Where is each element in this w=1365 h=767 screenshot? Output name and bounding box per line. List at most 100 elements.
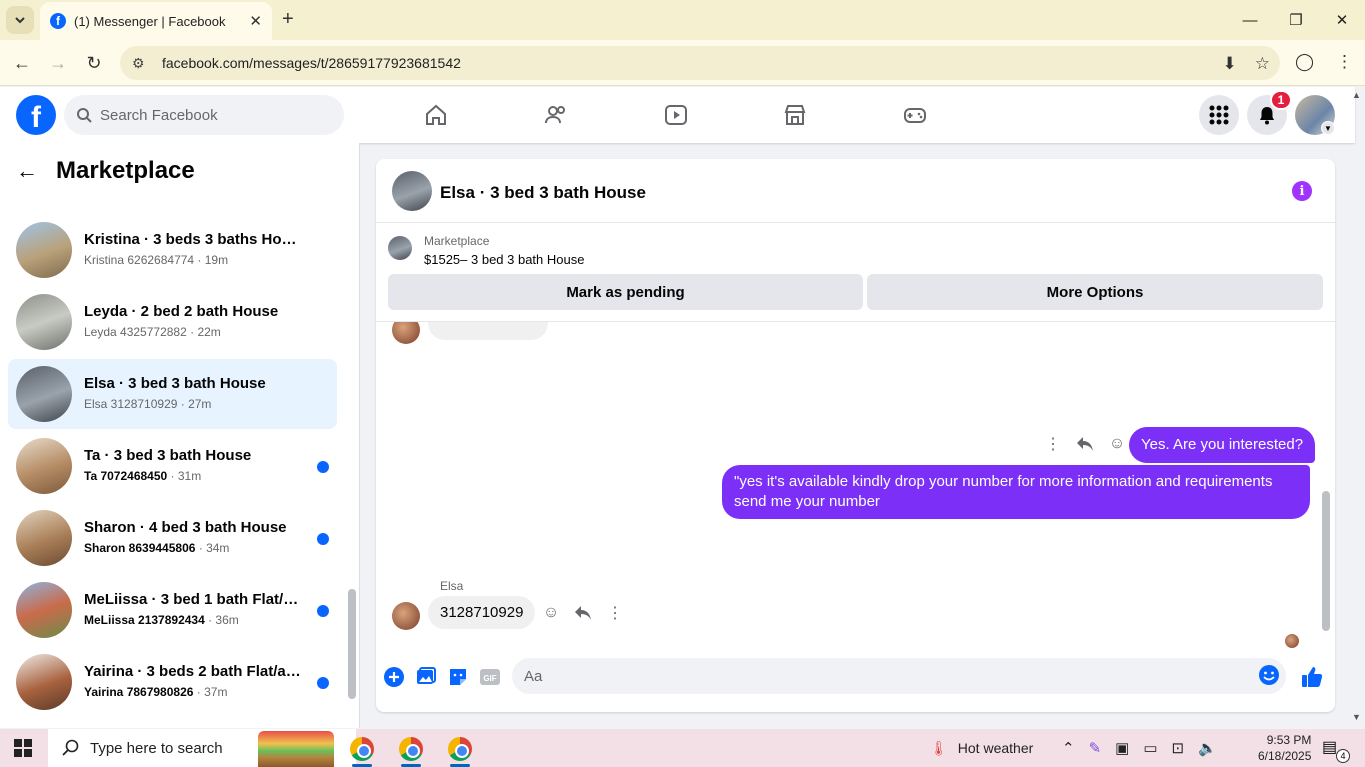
close-window-icon[interactable]: ✕ bbox=[1319, 0, 1365, 40]
reload-button[interactable]: ↻ bbox=[81, 50, 107, 76]
conversation-time: · 37m bbox=[193, 685, 228, 699]
message-actions: ⋮ ☺ bbox=[1043, 434, 1127, 454]
conversation-preview: Leyda 4325772882 · 22m bbox=[84, 325, 221, 339]
conversation-item[interactable]: MeLiissa · 3 bed 1 bath Flat/ap... MeLiis… bbox=[8, 575, 337, 645]
windows-start-button[interactable] bbox=[14, 739, 32, 762]
conversation-name: MeLiissa · 3 bed 1 bath Flat/ap... bbox=[84, 591, 304, 608]
scrollbar-thumb[interactable] bbox=[1322, 491, 1330, 631]
outgoing-message[interactable]: "yes it's available kindly drop your num… bbox=[722, 465, 1310, 519]
mark-as-pending-button[interactable]: Mark as pending bbox=[388, 274, 863, 310]
install-app-icon[interactable]: ⬇ bbox=[1223, 54, 1237, 74]
conversation-preview: Yairina 7867980826 · 37m bbox=[84, 685, 227, 699]
gif-icon[interactable]: GIF bbox=[478, 665, 502, 689]
incoming-message[interactable]: 3128710929 bbox=[428, 596, 536, 629]
site-info-icon[interactable]: ⚙ bbox=[132, 55, 150, 72]
taskbar-chrome-2[interactable] bbox=[391, 733, 431, 767]
conversation-item[interactable]: Ta · 3 bed 3 bath House Ta 7072468450 · 3… bbox=[8, 431, 337, 501]
facebook-favicon-icon: f bbox=[50, 13, 66, 29]
minimize-icon[interactable]: — bbox=[1227, 0, 1273, 40]
video-nav-icon[interactable] bbox=[660, 99, 692, 131]
conversation-sender: Leyda 4325772882 bbox=[84, 325, 187, 339]
smiley-icon[interactable]: ☺ bbox=[1107, 434, 1127, 454]
weather-widget[interactable]: 🌡 Hot weather bbox=[930, 729, 1033, 767]
listing-title[interactable]: $1525– 3 bed 3 bath House bbox=[424, 252, 584, 267]
browser-toolbar: ← → ↻ ⚙ facebook.com/messages/t/28659177… bbox=[0, 40, 1365, 86]
profile-icon[interactable]: ◯ bbox=[1295, 52, 1314, 72]
sender-avatar[interactable] bbox=[392, 602, 420, 630]
page-scroll-up-arrow[interactable]: ▲ bbox=[1352, 90, 1361, 100]
reply-icon[interactable] bbox=[573, 603, 593, 623]
menu-grid-button[interactable] bbox=[1199, 95, 1239, 135]
chat-panel: Elsa · 3 bed 3 bath House i Marketplace … bbox=[376, 159, 1335, 712]
home-nav-icon[interactable] bbox=[420, 99, 452, 131]
clock-date: 6/18/2025 bbox=[1258, 749, 1312, 763]
taskbar-clock[interactable]: 9:53 PM 6/18/2025 bbox=[1258, 732, 1311, 764]
info-icon[interactable]: i bbox=[1292, 181, 1312, 201]
message-bubble-partial bbox=[428, 322, 548, 340]
new-tab-button[interactable]: + bbox=[282, 8, 294, 31]
windows-logo-icon bbox=[14, 739, 32, 757]
weather-text: Hot weather bbox=[957, 740, 1034, 756]
facebook-logo-icon[interactable]: f bbox=[16, 95, 56, 135]
pen-icon[interactable]: ✎ bbox=[1089, 739, 1102, 757]
conversation-item[interactable]: Sharon · 4 bed 3 bath House Sharon 863944… bbox=[8, 503, 337, 573]
close-tab-icon[interactable]: ✕ bbox=[249, 12, 262, 30]
volume-icon[interactable]: 🔈 bbox=[1198, 739, 1217, 757]
message-input[interactable]: Aa bbox=[512, 658, 1286, 694]
chevron-down-icon[interactable]: ▼ bbox=[1321, 121, 1335, 135]
conversation-thumbnail bbox=[16, 438, 72, 494]
conversation-name: Ta · 3 bed 3 bath House bbox=[84, 447, 252, 464]
restore-icon[interactable]: ❐ bbox=[1273, 0, 1319, 40]
conversation-item[interactable]: Leyda · 2 bed 2 bath House Leyda 43257728… bbox=[8, 287, 337, 357]
chat-title[interactable]: Elsa · 3 bed 3 bath House bbox=[440, 183, 646, 203]
browser-tab-messenger[interactable]: f (1) Messenger | Facebook ✕ bbox=[40, 2, 272, 40]
browser-menu-icon[interactable]: ⋮ bbox=[1336, 52, 1353, 72]
emoji-icon[interactable] bbox=[1258, 664, 1280, 690]
outgoing-message[interactable]: Yes. Are you interested? bbox=[1129, 427, 1316, 463]
friends-nav-icon[interactable] bbox=[540, 99, 572, 131]
taskbar-search-placeholder: Type here to search bbox=[90, 739, 223, 757]
thumbs-up-icon[interactable] bbox=[1300, 665, 1324, 689]
chevron-up-icon[interactable]: ⌃ bbox=[1062, 739, 1075, 757]
sidebar-title: Marketplace bbox=[56, 157, 195, 184]
sticker-icon[interactable] bbox=[446, 665, 470, 689]
forward-button[interactable]: → bbox=[45, 50, 71, 76]
conversation-item[interactable]: Elsa · 3 bed 3 bath House Elsa 3128710929… bbox=[8, 359, 337, 429]
sidebar-scrollbar[interactable] bbox=[346, 193, 356, 723]
back-arrow-icon[interactable]: ← bbox=[16, 158, 38, 184]
facebook-search-input[interactable]: Search Facebook bbox=[64, 95, 344, 135]
more-options-button[interactable]: More Options bbox=[867, 274, 1323, 310]
page-scroll-down-arrow[interactable]: ▼ bbox=[1352, 712, 1361, 722]
conversation-item[interactable]: Yairina · 3 beds 2 bath Flat/ap... Yairin… bbox=[8, 647, 337, 717]
scrollbar-thumb[interactable] bbox=[348, 589, 356, 699]
search-icon bbox=[62, 739, 79, 756]
chat-header: Elsa · 3 bed 3 bath House i bbox=[376, 159, 1335, 223]
action-center-button[interactable]: ▤ 4 bbox=[1322, 737, 1350, 763]
chevron-down-icon bbox=[15, 17, 25, 24]
conversation-sender: MeLiissa 2137892434 bbox=[84, 613, 205, 627]
chat-scrollbar[interactable] bbox=[1320, 325, 1332, 647]
gaming-nav-icon[interactable] bbox=[899, 99, 931, 131]
meet-now-icon[interactable]: ▣ bbox=[1115, 739, 1129, 757]
conversation-thumbnail bbox=[16, 510, 72, 566]
tab-search-button[interactable] bbox=[6, 6, 34, 34]
photo-icon[interactable] bbox=[414, 665, 438, 689]
battery-icon[interactable]: ▭ bbox=[1143, 739, 1157, 757]
sender-name: Elsa bbox=[440, 579, 464, 593]
marketplace-nav-icon[interactable] bbox=[779, 99, 811, 131]
more-vertical-icon[interactable]: ⋮ bbox=[1043, 434, 1063, 454]
reply-icon[interactable] bbox=[1075, 434, 1095, 454]
back-button[interactable]: ← bbox=[9, 50, 35, 76]
bookmark-star-icon[interactable]: ☆ bbox=[1255, 54, 1270, 74]
listing-thumbnail[interactable] bbox=[388, 236, 412, 260]
taskbar-chrome-1[interactable] bbox=[342, 733, 382, 767]
more-vertical-icon[interactable]: ⋮ bbox=[605, 603, 625, 623]
smiley-icon[interactable]: ☺ bbox=[541, 603, 561, 623]
conversation-thumbnail bbox=[16, 366, 72, 422]
address-bar[interactable]: ⚙ facebook.com/messages/t/28659177923681… bbox=[120, 46, 1280, 80]
conversation-item[interactable]: Kristina · 3 beds 3 baths House Kristina … bbox=[8, 215, 337, 285]
network-icon[interactable]: ⊡ bbox=[1172, 739, 1185, 757]
taskbar-chrome-3[interactable] bbox=[440, 733, 480, 767]
plus-circle-icon[interactable] bbox=[382, 665, 406, 689]
chat-avatar[interactable] bbox=[392, 171, 432, 211]
